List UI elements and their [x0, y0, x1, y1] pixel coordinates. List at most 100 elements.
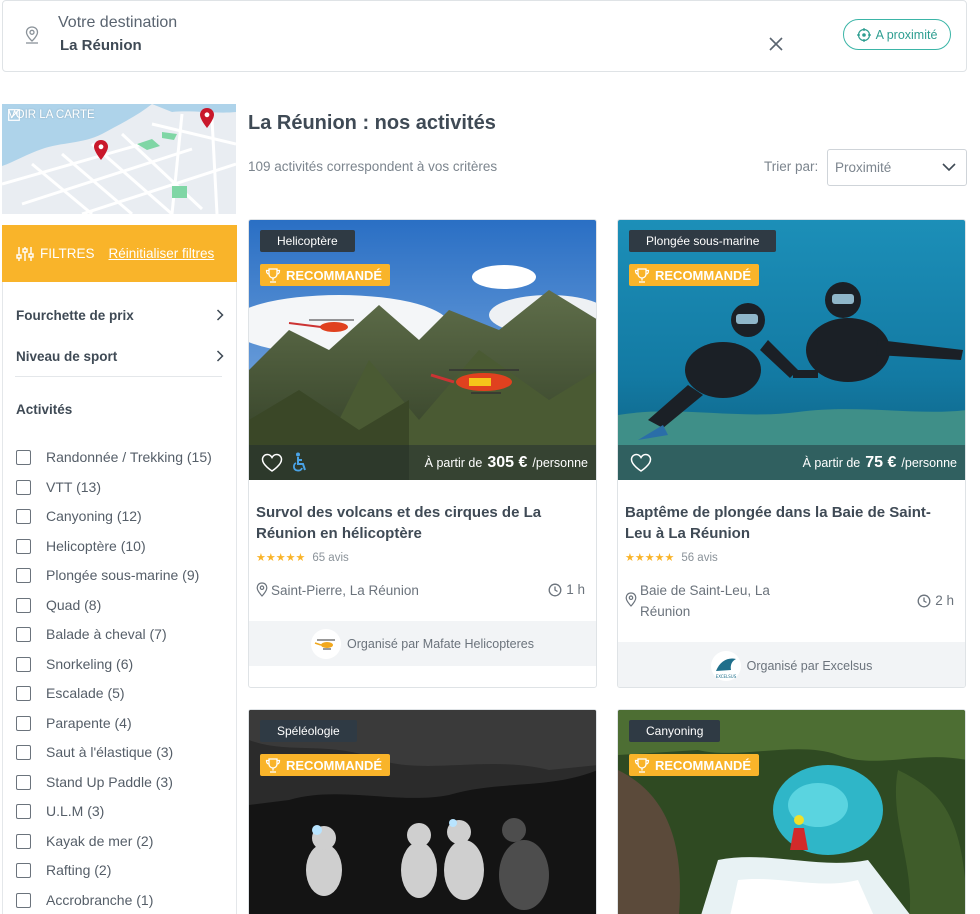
location-text: Saint-Pierre, La Réunion	[271, 583, 419, 598]
result-count: 109 activités correspondent à vos critèr…	[248, 159, 498, 174]
reset-filters-link[interactable]: Réinitialiser filtres	[109, 246, 215, 261]
price-value: 305 €	[487, 454, 528, 471]
activity-checkbox[interactable]	[16, 744, 31, 760]
activity-checkbox[interactable]	[16, 862, 31, 878]
activity-checkbox[interactable]	[16, 833, 31, 849]
category-tag: Canyoning	[629, 720, 721, 742]
activity-filter-item[interactable]: Stand Up Paddle (3)	[16, 773, 173, 791]
activity-filter-item[interactable]: Parapente (4)	[16, 714, 132, 732]
activity-card[interactable]: Helicoptère RECOMMANDÉ À partir de 305 €…	[248, 219, 597, 688]
filters-header: FILTRES Réinitialiser filtres	[2, 225, 237, 282]
activity-filter-item[interactable]: Helicoptère (10)	[16, 537, 146, 555]
image-footer: À partir de 305 € /personne	[249, 445, 596, 480]
organizer-text: Organisé par Excelsus	[746, 658, 873, 673]
activity-label: Balade à cheval (7)	[46, 626, 167, 642]
map-preview[interactable]: VOIR LA CARTE	[2, 104, 236, 214]
activity-filter-item[interactable]: VTT (13)	[16, 478, 101, 496]
activity-duration: 1 h	[548, 582, 585, 597]
activity-checkbox[interactable]	[16, 567, 31, 583]
activity-label: Escalade (5)	[46, 685, 125, 701]
price-range-filter[interactable]: Fourchette de prix	[16, 305, 224, 325]
organizer-text: Organisé par Mafate Helicopteres	[347, 636, 534, 651]
price-suffix: /personne	[532, 456, 588, 470]
recommended-badge: RECOMMANDÉ	[260, 754, 391, 776]
activity-location: Baie de Saint-Leu, La Réunion	[625, 580, 795, 622]
activity-checkbox[interactable]	[16, 892, 31, 908]
activity-checkbox[interactable]	[16, 803, 31, 819]
clock-icon	[548, 583, 562, 596]
activity-card[interactable]: Spéléologie RECOMMANDÉ	[248, 709, 597, 914]
excelsus-logo: EXCELSUS	[715, 658, 736, 679]
helicopter-scene-image	[249, 220, 596, 480]
activity-checkbox[interactable]	[16, 715, 31, 731]
destination-value[interactable]: La Réunion	[60, 37, 142, 54]
activity-image[interactable]: Helicoptère RECOMMANDÉ À partir de 305 €…	[249, 220, 596, 480]
trophy-icon	[634, 267, 650, 283]
activity-filter-item[interactable]: Plongée sous-marine (9)	[16, 566, 199, 584]
crosshair-icon	[856, 27, 871, 42]
sport-level-filter[interactable]: Niveau de sport	[16, 346, 224, 366]
activity-filter-item[interactable]: Accrobranche (1)	[16, 891, 153, 909]
destination-search-bar[interactable]: Votre destination La Réunion A proximité	[2, 0, 967, 72]
activity-location: Saint-Pierre, La Réunion	[256, 580, 419, 601]
sort-select[interactable]: Proximité	[827, 149, 967, 186]
view-map-link[interactable]: VOIR LA CARTE	[8, 109, 95, 121]
activity-checkbox[interactable]	[16, 774, 31, 790]
activity-label: Quad (8)	[46, 597, 102, 613]
clock-icon	[917, 594, 931, 607]
activity-checkbox[interactable]	[16, 449, 31, 465]
activity-checkbox[interactable]	[16, 656, 31, 672]
filters-title: FILTRES	[40, 246, 95, 261]
close-icon	[769, 37, 783, 51]
activity-checkbox[interactable]	[16, 626, 31, 642]
rating-stars: ★★★★★	[256, 552, 306, 564]
activity-filter-item[interactable]: Quad (8)	[16, 596, 101, 614]
activity-filter-item[interactable]: U.L.M (3)	[16, 802, 104, 820]
activity-label: Canyoning (12)	[46, 508, 142, 524]
activity-image[interactable]: Plongée sous-marine RECOMMANDÉ À partir …	[618, 220, 965, 480]
activity-label: Snorkeling (6)	[46, 656, 134, 672]
heart-icon[interactable]	[261, 453, 283, 473]
activity-card[interactable]: Canyoning RECOMMANDÉ	[617, 709, 966, 914]
review-count: 65 avis	[312, 551, 349, 564]
duration-text: 1 h	[566, 582, 585, 597]
map-pin-icon	[94, 140, 108, 160]
activity-filter-item[interactable]: Kayak de mer (2)	[16, 832, 153, 850]
activity-filter-item[interactable]: Saut à l'élastique (3)	[16, 743, 173, 761]
organizer-bar[interactable]: Organisé par Mafate Helicopteres	[249, 621, 596, 666]
clear-destination-button[interactable]	[766, 34, 786, 54]
activity-image[interactable]: Spéléologie RECOMMANDÉ	[249, 710, 596, 914]
activity-filter-item[interactable]: Balade à cheval (7)	[16, 625, 167, 643]
nearby-label: A proximité	[875, 27, 938, 42]
sort-label: Trier par:	[764, 159, 819, 174]
activity-title[interactable]: Survol des volcans et des cirques de La …	[256, 502, 586, 544]
page-title: La Réunion : nos activités	[248, 112, 496, 134]
recommended-badge: RECOMMANDÉ	[629, 754, 760, 776]
activities-title: Activités	[16, 402, 73, 417]
activity-label: Kayak de mer (2)	[46, 833, 154, 849]
activity-filter-item[interactable]: Randonnée / Trekking (15)	[16, 448, 212, 466]
activity-duration: 2 h	[917, 593, 954, 608]
recommended-label: RECOMMANDÉ	[286, 267, 383, 283]
heart-icon[interactable]	[630, 453, 652, 473]
activity-card[interactable]: Plongée sous-marine RECOMMANDÉ À partir …	[617, 219, 966, 688]
activity-filter-item[interactable]: Canyoning (12)	[16, 507, 142, 525]
activity-title[interactable]: Baptême de plongée dans la Baie de Saint…	[625, 502, 955, 544]
activity-checkbox[interactable]	[16, 479, 31, 495]
nearby-button[interactable]: A proximité	[843, 19, 951, 50]
activity-checkbox[interactable]	[16, 538, 31, 554]
activity-label: Randonnée / Trekking (15)	[46, 449, 212, 465]
price-range-label: Fourchette de prix	[16, 307, 134, 323]
activity-filter-item[interactable]: Snorkeling (6)	[16, 655, 133, 673]
activity-filter-item[interactable]: Rafting (2)	[16, 861, 111, 879]
activity-checkbox[interactable]	[16, 685, 31, 701]
chevron-down-icon	[942, 163, 956, 172]
activity-checkbox[interactable]	[16, 597, 31, 613]
activity-checkbox[interactable]	[16, 508, 31, 524]
activity-filter-item[interactable]: Escalade (5)	[16, 684, 125, 702]
organizer-bar[interactable]: EXCELSUS Organisé par Excelsus	[618, 642, 965, 687]
sort-value: Proximité	[835, 160, 892, 175]
expand-icon	[8, 109, 20, 121]
activity-label: Helicoptère (10)	[46, 538, 146, 554]
activity-image[interactable]: Canyoning RECOMMANDÉ	[618, 710, 965, 914]
